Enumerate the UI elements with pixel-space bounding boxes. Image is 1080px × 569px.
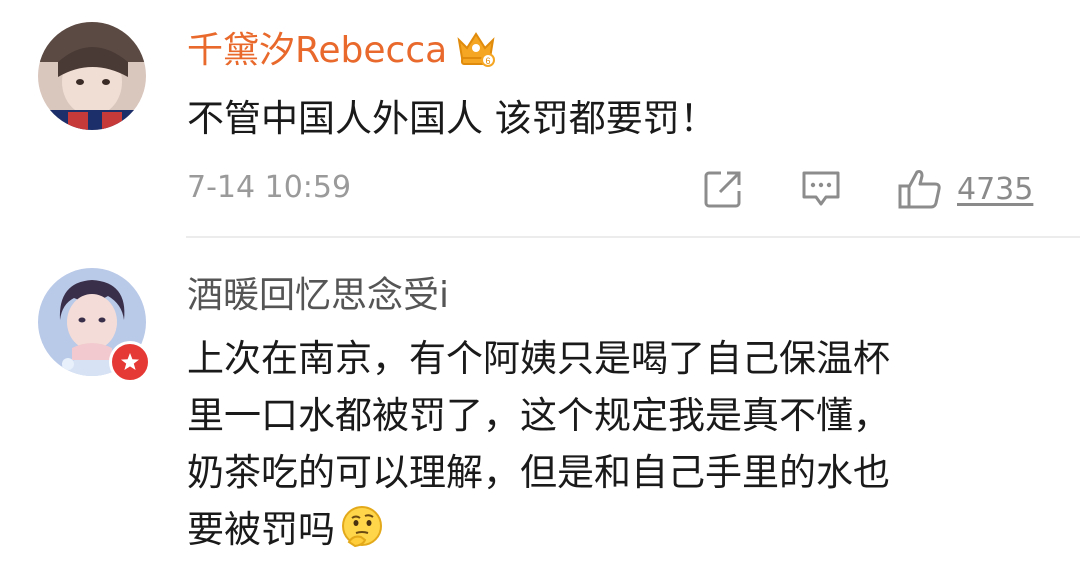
- reply-icon: [802, 171, 840, 206]
- comment-author[interactable]: 千黛汐Rebecca 6: [187, 26, 497, 73]
- author-name[interactable]: 千黛汐Rebecca: [187, 30, 447, 71]
- share-icon: [704, 171, 741, 208]
- share-button[interactable]: [703, 168, 743, 210]
- avatar[interactable]: [38, 22, 146, 130]
- comment-author[interactable]: 酒暖回忆思念受i: [187, 274, 449, 318]
- comment-text: 上次在南京，有个阿姨只是喝了自己保温杯 里一口水都被罚了，这个规定我是真不懂， …: [187, 330, 890, 558]
- comment-text-line: 奶茶吃的可以理解，但是和自己手里的水也: [187, 451, 890, 494]
- reply-button[interactable]: [800, 168, 842, 210]
- svg-text:6: 6: [486, 56, 491, 66]
- comment-timestamp: 7-14 10:59: [187, 170, 352, 205]
- crown-badge-icon: 6: [455, 26, 497, 68]
- comment-text-line: 要被罚吗: [187, 508, 335, 551]
- comment-text-line-last: 要被罚吗: [187, 501, 890, 558]
- comment-item: 酒暖回忆思念受i 上次在南京，有个阿姨只是喝了自己保温杯 里一口水都被罚了，这个…: [0, 238, 1080, 569]
- like-icon: [898, 170, 941, 209]
- comment-item: 千黛汐Rebecca 6 不管中国人外国人 该罚都要罚！ 7-14 10:59: [0, 0, 1080, 236]
- comment-text: 不管中国人外国人 该罚都要罚！: [187, 97, 717, 140]
- verified-badge-icon: [109, 341, 151, 383]
- like-count[interactable]: 4735: [957, 172, 1033, 207]
- like-button[interactable]: 4735: [897, 168, 1033, 210]
- thinking-emoji-icon: [339, 504, 385, 550]
- comment-text-line: 上次在南京，有个阿姨只是喝了自己保温杯: [187, 337, 890, 380]
- comment-text-line: 里一口水都被罚了，这个规定我是真不懂，: [187, 394, 890, 437]
